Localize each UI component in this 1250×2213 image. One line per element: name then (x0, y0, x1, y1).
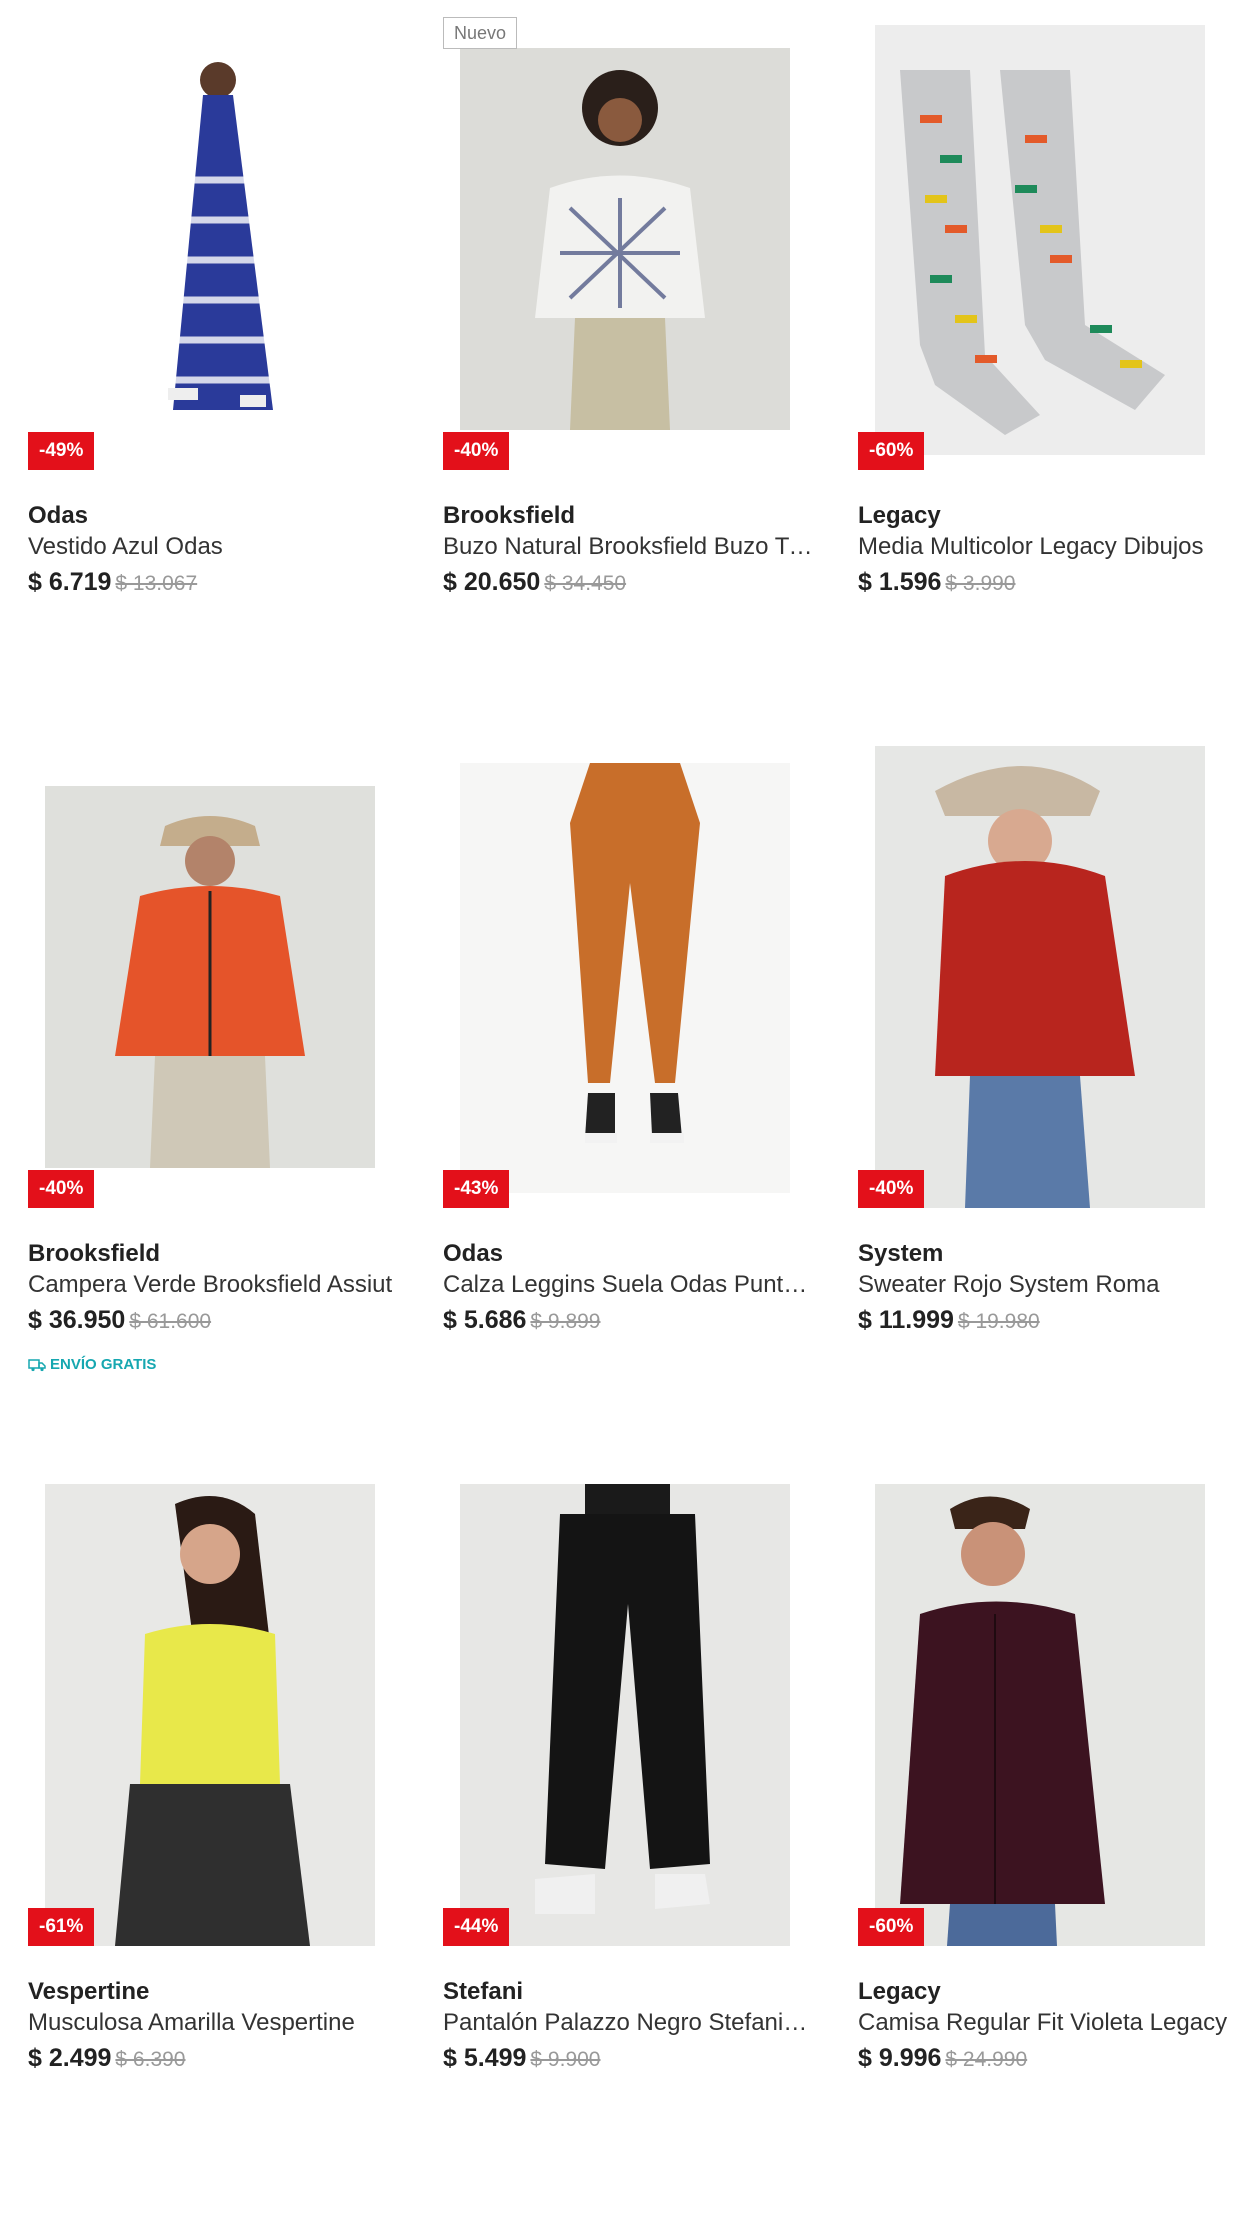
product-name[interactable]: Sweater Rojo System Roma (858, 1271, 1228, 1299)
product-card[interactable]: -40% Brooksfield Campera Verde Brooksfie… (28, 738, 428, 1428)
price-group: $ 20.650 $ 34.450 (443, 568, 626, 597)
product-price: $ 1.596 (858, 568, 942, 596)
product-name[interactable]: Camisa Regular Fit Violeta Legacy (858, 2009, 1228, 2037)
product-brand: System (858, 1240, 944, 1267)
discount-badge: -43% (443, 1170, 510, 1208)
product-name[interactable]: Calza Leggins Suela Odas Punto Roma (443, 1271, 813, 1299)
free-shipping-label: ENVÍO GRATIS (28, 1356, 156, 1373)
product-photo-tank-top (45, 1484, 375, 1946)
product-image[interactable] (443, 0, 843, 480)
price-group: $ 2.499 $ 6.390 (28, 2044, 186, 2073)
product-brand: Brooksfield (443, 502, 576, 529)
product-old-price: $ 6.390 (115, 2048, 186, 2071)
new-badge: Nuevo (443, 17, 518, 49)
product-old-price: $ 3.990 (945, 572, 1016, 595)
discount-badge: -49% (28, 432, 95, 470)
product-old-price: $ 61.600 (129, 1310, 212, 1333)
discount-badge: -40% (28, 1170, 95, 1208)
product-old-price: $ 13.067 (115, 572, 198, 595)
product-name[interactable]: Campera Verde Brooksfield Assiut (28, 1271, 398, 1299)
price-group: $ 9.996 $ 24.990 (858, 2044, 1027, 2073)
product-photo-dress (28, 0, 428, 425)
product-photo-leggings (460, 763, 790, 1193)
product-brand: Legacy (858, 502, 941, 529)
product-price: $ 20.650 (443, 568, 541, 596)
product-image[interactable] (28, 1476, 428, 1956)
product-card[interactable]: -60% Legacy Media Multicolor Legacy Dibu… (858, 0, 1250, 690)
product-card[interactable]: -43% Odas Calza Leggins Suela Odas Punto… (443, 738, 843, 1428)
product-card[interactable]: -60% Legacy Camisa Regular Fit Violeta L… (858, 1476, 1250, 2166)
discount-badge: -44% (443, 1908, 510, 1946)
discount-badge: -61% (28, 1908, 95, 1946)
product-brand: Odas (28, 502, 89, 529)
price-group: $ 36.950 $ 61.600 (28, 1306, 211, 1335)
discount-badge: -60% (858, 432, 925, 470)
discount-badge: -40% (443, 432, 510, 470)
product-card[interactable]: -44% Stefani Pantalón Palazzo Negro Stef… (443, 1476, 843, 2166)
product-image[interactable] (28, 0, 428, 480)
price-group: $ 11.999 $ 19.980 (858, 1306, 1040, 1335)
price-group: $ 5.686 $ 9.899 (443, 1306, 601, 1335)
product-brand: Stefani (443, 1978, 524, 2005)
product-old-price: $ 34.450 (544, 572, 627, 595)
product-image[interactable] (28, 738, 428, 1218)
product-photo-socks (875, 25, 1205, 455)
product-photo-jacket (45, 786, 375, 1168)
product-photo-sweatshirt (460, 48, 790, 430)
product-card[interactable]: Nuevo -40% Brooksfield Buzo Natural Broo… (443, 0, 843, 690)
product-image[interactable] (858, 1476, 1250, 1956)
product-price: $ 5.499 (443, 2044, 527, 2072)
product-brand: Odas (443, 1240, 504, 1267)
product-price: $ 36.950 (28, 1306, 126, 1334)
product-photo-shirt (875, 1484, 1205, 1946)
product-image[interactable] (443, 1476, 843, 1956)
product-brand: Vespertine (28, 1978, 150, 2005)
product-photo-sweater (875, 746, 1205, 1208)
product-card[interactable]: -61% Vespertine Musculosa Amarilla Vespe… (28, 1476, 428, 2166)
product-price: $ 2.499 (28, 2044, 112, 2072)
price-group: $ 1.596 $ 3.990 (858, 568, 1016, 597)
product-image[interactable] (858, 0, 1250, 480)
product-grid: -49% Odas Vestido Azul Odas $ 6.719 $ 13.… (0, 0, 1250, 2213)
product-price: $ 5.686 (443, 1306, 527, 1334)
product-name[interactable]: Vestido Azul Odas (28, 533, 398, 561)
product-name[interactable]: Musculosa Amarilla Vespertine (28, 2009, 398, 2037)
product-price: $ 11.999 (858, 1306, 954, 1334)
truck-icon (28, 1358, 46, 1371)
product-photo-palazzo (460, 1484, 790, 1946)
product-old-price: $ 19.980 (957, 1310, 1040, 1333)
product-name[interactable]: Media Multicolor Legacy Dibujos (858, 533, 1228, 561)
product-brand: Legacy (858, 1978, 941, 2005)
product-old-price: $ 24.990 (945, 2048, 1028, 2071)
product-card[interactable]: -49% Odas Vestido Azul Odas $ 6.719 $ 13.… (28, 0, 428, 690)
product-image[interactable] (443, 738, 843, 1218)
free-shipping-text: ENVÍO GRATIS (50, 1356, 157, 1373)
product-name[interactable]: Pantalón Palazzo Negro Stefani Lino (443, 2009, 813, 2037)
product-image[interactable] (858, 738, 1250, 1218)
product-old-price: $ 9.900 (530, 2048, 601, 2071)
product-name[interactable]: Buzo Natural Brooksfield Buzo Tie Dye (443, 533, 813, 561)
product-old-price: $ 9.899 (530, 1310, 601, 1333)
discount-badge: -40% (858, 1170, 925, 1208)
price-group: $ 5.499 $ 9.900 (443, 2044, 601, 2073)
product-card[interactable]: -40% System Sweater Rojo System Roma $ 1… (858, 738, 1250, 1428)
price-group: $ 6.719 $ 13.067 (28, 568, 197, 597)
product-price: $ 6.719 (28, 568, 112, 596)
product-brand: Brooksfield (28, 1240, 161, 1267)
product-price: $ 9.996 (858, 2044, 942, 2072)
discount-badge: -60% (858, 1908, 925, 1946)
